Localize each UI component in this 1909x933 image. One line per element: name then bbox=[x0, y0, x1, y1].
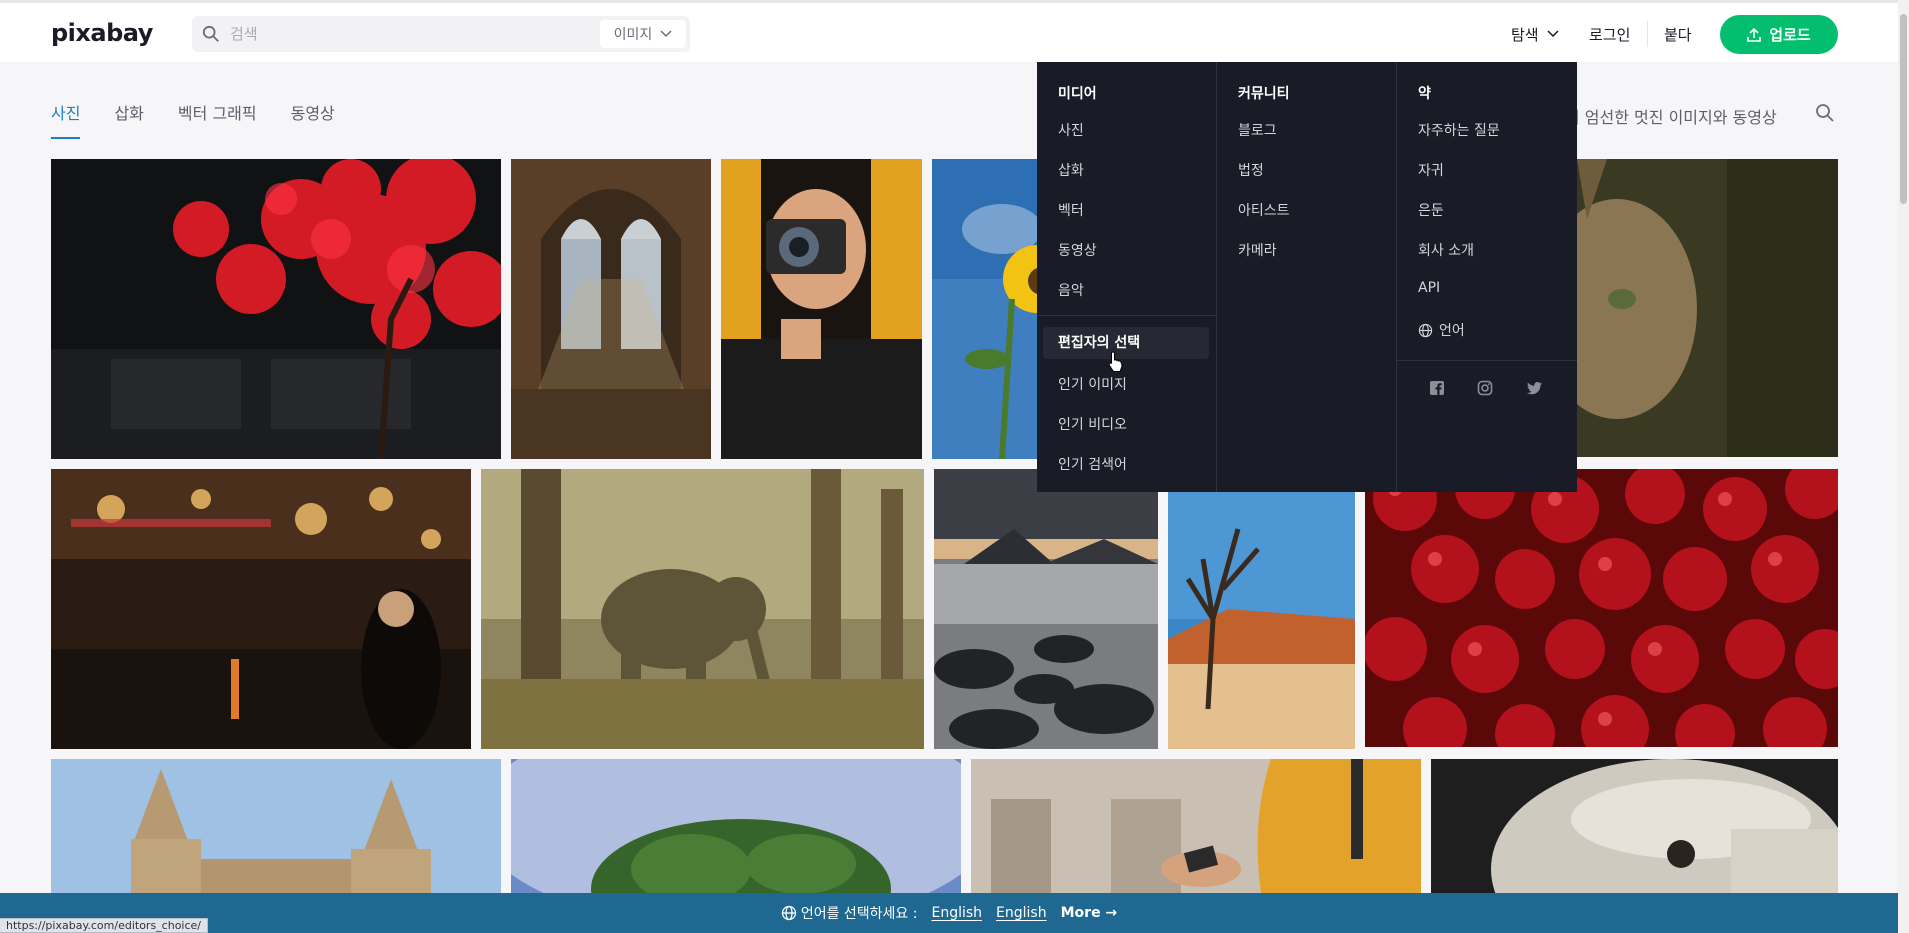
tagline: 이 엄선한 멋진 이미지와 동영상 bbox=[1565, 108, 1777, 127]
menu-column-about: 약 자주하는 질문 자귀 은둔 회사 소개 API 언어 bbox=[1397, 62, 1577, 492]
menu-item-music[interactable]: 음악 bbox=[1058, 280, 1084, 300]
menu-item-popular-videos[interactable]: 인기 비디오 bbox=[1058, 414, 1127, 434]
photo-sunflower[interactable] bbox=[932, 159, 1052, 459]
page-scrollbar[interactable] bbox=[1898, 0, 1909, 933]
menu-separator bbox=[1037, 315, 1217, 316]
tab-vectors[interactable]: 벡터 그래픽 bbox=[178, 103, 257, 139]
tab-videos[interactable]: 동영상 bbox=[291, 103, 335, 139]
menu-column-community: 커뮤니티 블로그 법정 아티스트 카메라 bbox=[1217, 62, 1397, 492]
search-type-dropdown[interactable]: 이미지 bbox=[600, 20, 686, 48]
top-header: pixabay 이미지 탐색 로그인 붙다 업로드 bbox=[0, 0, 1898, 62]
photo-red-berries[interactable] bbox=[1365, 469, 1838, 747]
language-option-english-2[interactable]: English bbox=[996, 905, 1047, 921]
menu-item-license[interactable]: 자귀 bbox=[1418, 160, 1444, 180]
photo-monkey[interactable] bbox=[1431, 759, 1838, 893]
tab-illustrations[interactable]: 삽화 bbox=[114, 103, 143, 139]
search-bar[interactable]: 이미지 bbox=[192, 16, 690, 52]
instagram-icon[interactable] bbox=[1477, 380, 1493, 396]
photo-desert-tree[interactable] bbox=[1168, 469, 1355, 749]
menu-item-popular-images[interactable]: 인기 이미지 bbox=[1058, 374, 1127, 394]
menu-item-popular-searches[interactable]: 인기 검색어 bbox=[1058, 454, 1127, 474]
menu-item-editors-choice[interactable]: 편집자의 선택 bbox=[1043, 327, 1209, 359]
upload-label: 업로드 bbox=[1769, 26, 1811, 44]
menu-item-videos[interactable]: 동영상 bbox=[1058, 240, 1097, 260]
menu-heading-community: 커뮤니티 bbox=[1238, 86, 1290, 102]
photo-cathedral-window[interactable] bbox=[511, 159, 711, 459]
photo-street-night[interactable] bbox=[51, 469, 471, 749]
globe-icon bbox=[1418, 323, 1433, 337]
explore-dropdown-menu: 미디어 사진 삽화 벡터 동영상 음악 편집자의 선택 인기 이미지 인기 비디… bbox=[1037, 62, 1577, 492]
menu-column-media: 미디어 사진 삽화 벡터 동영상 음악 편집자의 선택 인기 이미지 인기 비디… bbox=[1037, 62, 1217, 492]
menu-item-privacy[interactable]: 은둔 bbox=[1418, 200, 1444, 220]
media-tabs: 사진 삽화 벡터 그래픽 동영상 bbox=[51, 103, 335, 139]
explore-label: 탐색 bbox=[1511, 25, 1539, 44]
photo-cathedral-towers[interactable] bbox=[51, 759, 501, 893]
photo-rocky-lake[interactable] bbox=[934, 469, 1158, 749]
language-prompt: 언어를 선택하세요 : bbox=[800, 906, 918, 922]
join-link[interactable]: 붙다 bbox=[1664, 16, 1692, 52]
photo-big-tree[interactable] bbox=[511, 759, 961, 893]
chevron-down-icon bbox=[660, 30, 672, 38]
chevron-down-icon bbox=[1547, 30, 1559, 38]
photo-red-maple[interactable] bbox=[51, 159, 501, 459]
menu-item-faq[interactable]: 자주하는 질문 bbox=[1418, 120, 1500, 140]
menu-item-vectors[interactable]: 벡터 bbox=[1058, 200, 1084, 220]
language-option-english-1[interactable]: English bbox=[931, 905, 982, 921]
menu-heading-media: 미디어 bbox=[1058, 86, 1097, 102]
twitter-icon[interactable] bbox=[1527, 380, 1543, 396]
menu-heading-about: 약 bbox=[1418, 86, 1431, 102]
menu-item-about-us[interactable]: 회사 소개 bbox=[1418, 240, 1474, 260]
pixabay-logo[interactable]: pixabay bbox=[51, 19, 153, 47]
globe-icon bbox=[781, 905, 796, 921]
photo-lynx[interactable] bbox=[1577, 159, 1838, 457]
photo-woman-camera[interactable] bbox=[721, 159, 922, 459]
menu-item-illustrations[interactable]: 삽화 bbox=[1058, 160, 1084, 180]
menu-item-language[interactable]: 언어 bbox=[1418, 320, 1465, 340]
tab-photos[interactable]: 사진 bbox=[51, 103, 81, 139]
language-more-link[interactable]: More → bbox=[1061, 905, 1118, 921]
menu-item-artists[interactable]: 아티스트 bbox=[1238, 200, 1290, 220]
login-link[interactable]: 로그인 bbox=[1589, 16, 1630, 52]
explore-menu-button[interactable]: 탐색 bbox=[1511, 16, 1559, 52]
facebook-icon[interactable] bbox=[1429, 380, 1445, 396]
search-type-label: 이미지 bbox=[613, 27, 653, 43]
language-banner: 언어를 선택하세요 : English English More → bbox=[0, 893, 1898, 933]
upload-icon bbox=[1747, 27, 1762, 42]
menu-separator bbox=[1397, 360, 1577, 361]
scrollbar-thumb[interactable] bbox=[1900, 14, 1907, 204]
photo-elephant[interactable] bbox=[481, 469, 924, 749]
menu-item-api[interactable]: API bbox=[1418, 280, 1440, 296]
search-icon[interactable] bbox=[1815, 103, 1835, 123]
photo-phone-hands[interactable] bbox=[971, 759, 1421, 893]
search-icon bbox=[202, 25, 219, 42]
menu-item-forum[interactable]: 법정 bbox=[1238, 160, 1264, 180]
status-bar-url: https://pixabay.com/editors_choice/ bbox=[0, 918, 209, 933]
menu-item-cameras[interactable]: 카메라 bbox=[1238, 240, 1277, 260]
menu-item-blog[interactable]: 블로그 bbox=[1238, 120, 1277, 140]
upload-button[interactable]: 업로드 bbox=[1720, 15, 1838, 54]
search-input[interactable] bbox=[230, 16, 590, 52]
hand-cursor-icon bbox=[1108, 351, 1123, 372]
menu-item-language-label: 언어 bbox=[1439, 323, 1465, 339]
menu-item-photos[interactable]: 사진 bbox=[1058, 120, 1084, 140]
header-divider bbox=[1647, 21, 1648, 47]
